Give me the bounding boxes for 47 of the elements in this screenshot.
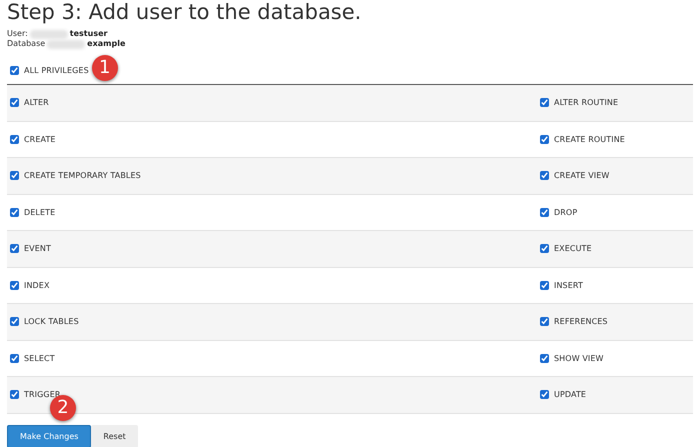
user-value: testuser [70, 29, 108, 39]
database-label: Database [7, 39, 46, 49]
checkbox[interactable] [540, 244, 549, 254]
make-changes-button[interactable]: Make Changes [7, 424, 92, 447]
checkbox[interactable] [10, 171, 19, 180]
checkbox[interactable] [540, 98, 549, 108]
privilege-label: SELECT [24, 354, 55, 363]
user-label: User: [7, 29, 28, 39]
privilege-label: CREATE ROUTINE [554, 134, 625, 144]
checkbox[interactable] [540, 280, 549, 290]
privilege-label: CREATE [24, 134, 56, 144]
checkbox[interactable] [10, 280, 19, 290]
redaction-blur [30, 30, 68, 38]
privilege-label: ALTER ROUTINE [554, 98, 618, 108]
privilege-label: ALL PRIVILEGES [24, 66, 89, 75]
checkbox[interactable] [540, 171, 549, 180]
checkbox[interactable] [10, 390, 19, 400]
checkbox[interactable] [10, 317, 19, 326]
privilege-label: INDEX [24, 280, 50, 290]
privilege-label: EXECUTE [554, 244, 592, 254]
checkbox[interactable] [10, 98, 19, 108]
privilege-label: REFERENCES [554, 317, 608, 326]
checkbox[interactable] [540, 317, 549, 326]
privilege-label: LOCK TABLES [24, 317, 79, 326]
privilege-label: ALTER [24, 98, 49, 108]
checkbox[interactable] [540, 354, 549, 363]
redaction-blur [47, 40, 86, 48]
privilege-label: CREATE TEMPORARY TABLES [24, 171, 141, 180]
checkbox[interactable] [540, 208, 549, 217]
checkbox[interactable] [540, 134, 549, 144]
checkbox[interactable] [10, 66, 19, 75]
reset-button[interactable]: Reset [91, 424, 138, 447]
privilege-label: UPDATE [554, 390, 586, 400]
privilege-label: INSERT [554, 280, 583, 290]
privilege-label: EVENT [24, 244, 51, 254]
checkbox[interactable] [10, 354, 19, 363]
privilege-label: DELETE [24, 208, 56, 217]
callout-badge: 1 [92, 54, 118, 80]
checkbox[interactable] [10, 208, 19, 217]
checkbox[interactable] [10, 134, 19, 144]
privilege-label: SHOW VIEW [554, 354, 604, 363]
privilege-label: DROP [554, 208, 578, 217]
checkbox[interactable] [540, 390, 549, 400]
checkbox[interactable] [10, 244, 19, 254]
privilege-label: CREATE VIEW [554, 171, 610, 180]
database-value: example [87, 39, 126, 49]
page-title: Step 3: Add user to the database. [7, 0, 362, 24]
